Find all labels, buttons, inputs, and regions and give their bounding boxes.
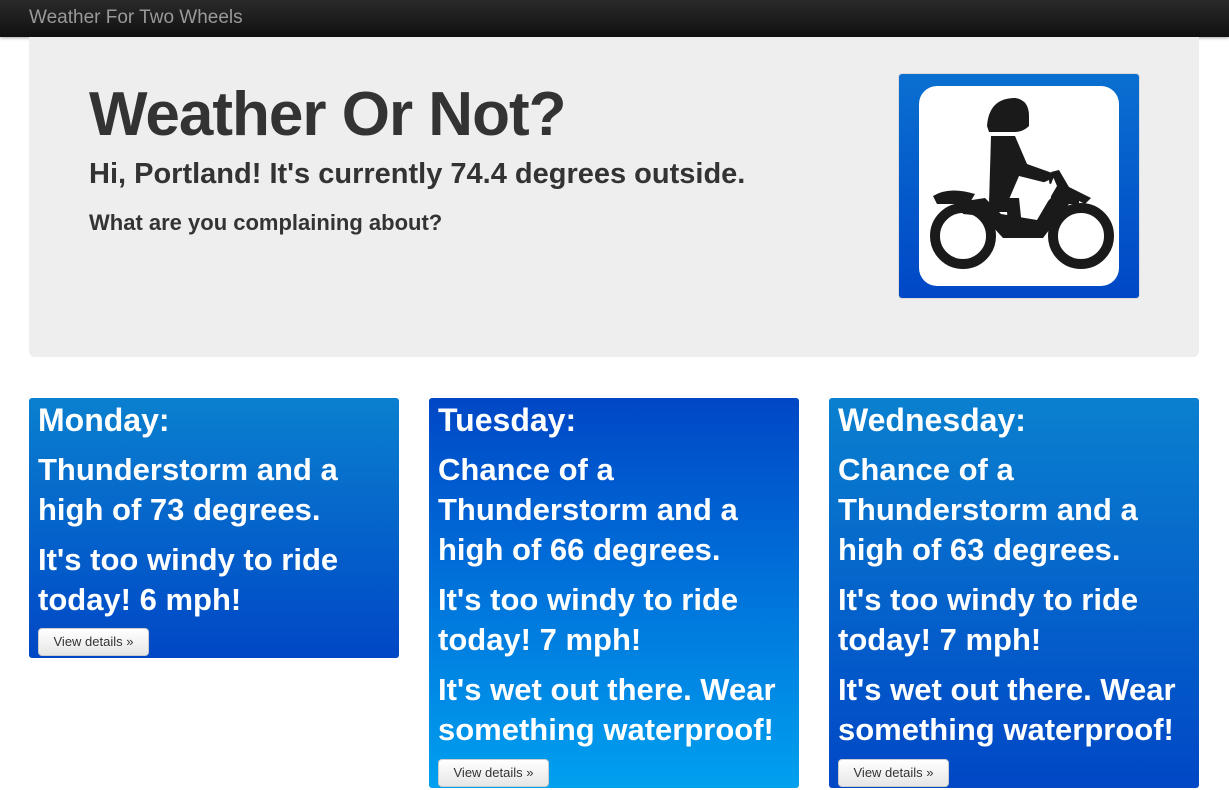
forecast-line: It's wet out there. Wear (838, 672, 1176, 707)
forecast-line: Chance of a (838, 452, 1014, 487)
current-temperature-text: Hi, Portland! It's currently 74.4 degree… (89, 158, 746, 190)
forecast-card-monday: Monday: Thunderstorm and a high of 73 de… (29, 398, 399, 658)
forecast-day: Monday: (38, 402, 170, 438)
forecast-line: Thunderstorm and a (38, 452, 338, 487)
navbar: Weather For Two Wheels (0, 0, 1229, 37)
forecast-line: something waterproof! (438, 712, 774, 747)
forecast-line: Chance of a (438, 452, 614, 487)
forecast-day: Wednesday: (838, 402, 1026, 438)
forecast-line: something waterproof! (838, 712, 1174, 747)
motorcycle-logo (899, 74, 1139, 298)
tagline: What are you complaining about? (89, 210, 443, 235)
forecast-line: today! 7 mph! (438, 622, 642, 657)
brand-link[interactable]: Weather For Two Wheels (29, 7, 243, 29)
forecast-day: Tuesday: (438, 402, 577, 438)
forecast-line: It's too windy to ride (438, 582, 739, 617)
page-title: Weather Or Not? (89, 80, 566, 149)
forecast-line: high of 63 degrees. (838, 532, 1121, 567)
motorcycle-rider-icon (919, 86, 1119, 286)
forecast-line: Thunderstorm and a (438, 492, 738, 527)
forecast-line: It's wet out there. Wear (438, 672, 776, 707)
forecast-line: It's too windy to ride (838, 582, 1139, 617)
forecast-line: Thunderstorm and a (838, 492, 1138, 527)
view-details-button[interactable]: View details » (438, 759, 549, 787)
forecast-line: It's too windy to ride (38, 542, 339, 577)
forecast-line: today! 6 mph! (38, 582, 242, 617)
forecast-line: high of 66 degrees. (438, 532, 721, 567)
forecast-card-tuesday: Tuesday: Chance of a Thunderstorm and a … (429, 398, 799, 788)
forecast-line: today! 7 mph! (838, 622, 1042, 657)
hero-unit: Weather Or Not? Hi, Portland! It's curre… (29, 37, 1199, 357)
view-details-button[interactable]: View details » (38, 628, 149, 656)
forecast-card-wednesday: Wednesday: Chance of a Thunderstorm and … (829, 398, 1199, 788)
view-details-button[interactable]: View details » (838, 759, 949, 787)
forecast-line: high of 73 degrees. (38, 492, 321, 527)
